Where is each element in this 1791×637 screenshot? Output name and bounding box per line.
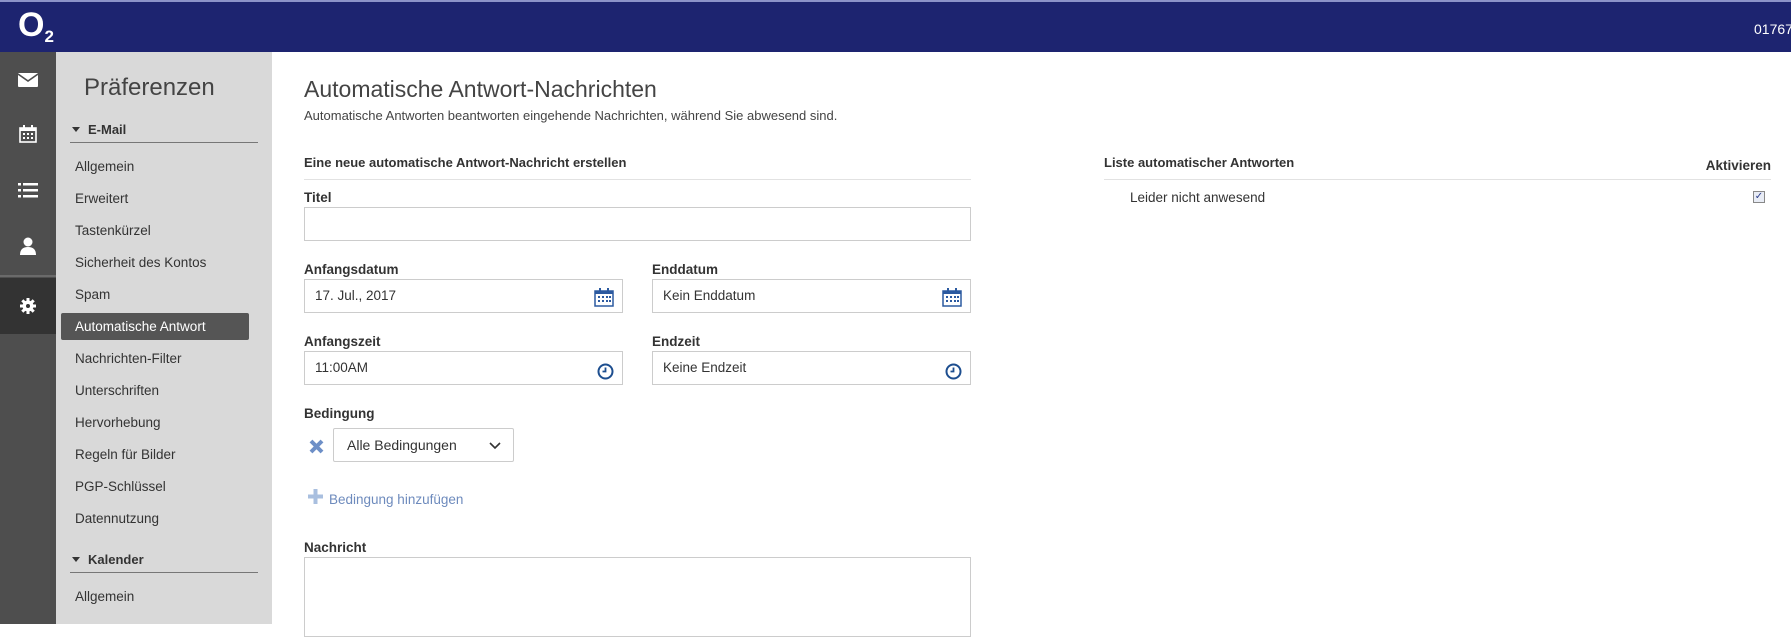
- pref-item-spam[interactable]: Spam: [61, 281, 249, 308]
- condition-value: Alle Bedingungen: [347, 437, 457, 453]
- top-header: O2 01767: [0, 0, 1791, 52]
- o2-logo[interactable]: O2: [18, 6, 54, 47]
- auto-reply-row[interactable]: Leider nicht anwesend ✓: [1104, 186, 1771, 210]
- mail-icon[interactable]: [0, 60, 56, 100]
- end-time-value: Keine Endzeit: [663, 360, 747, 375]
- logo-text: O: [18, 6, 45, 44]
- caret-down-icon: [72, 127, 80, 132]
- clock-icon[interactable]: [945, 360, 962, 392]
- end-time-input[interactable]: Keine Endzeit: [652, 351, 971, 385]
- pref-item-allgemein[interactable]: Allgemein: [61, 153, 249, 180]
- add-condition-link[interactable]: Bedingung hinzufügen: [308, 489, 463, 509]
- start-time-label: Anfangszeit: [304, 334, 381, 349]
- create-heading: Eine neue automatische Antwort-Nachricht…: [304, 155, 627, 170]
- condition-select[interactable]: Alle Bedingungen: [333, 428, 514, 462]
- message-label: Nachricht: [304, 540, 367, 555]
- start-date-label: Anfangsdatum: [304, 262, 399, 277]
- end-date-input[interactable]: Kein Enddatum: [652, 279, 971, 313]
- divider: [304, 179, 971, 180]
- condition-label: Bedingung: [304, 406, 375, 421]
- plus-icon: [308, 489, 323, 509]
- start-date-value: 17. Jul., 2017: [315, 288, 397, 303]
- add-condition-label: Bedingung hinzufügen: [329, 491, 464, 507]
- user-icon[interactable]: [0, 226, 56, 266]
- pref-item-automatische-antwort[interactable]: Automatische Antwort: [61, 313, 249, 340]
- titel-label: Titel: [304, 190, 332, 205]
- page-title: Automatische Antwort-Nachrichten: [304, 76, 657, 102]
- remove-condition-icon[interactable]: [309, 439, 324, 459]
- end-date-value: Kein Enddatum: [663, 288, 756, 303]
- section-label: E-Mail: [88, 122, 127, 137]
- pref-item-erweitert[interactable]: Erweitert: [61, 185, 249, 212]
- pref-item-regeln-für-bilder[interactable]: Regeln für Bilder: [61, 441, 249, 468]
- app-rail: [0, 52, 56, 624]
- list-icon[interactable]: [0, 170, 56, 210]
- start-date-input[interactable]: 17. Jul., 2017: [304, 279, 623, 313]
- pref-item-hervorhebung[interactable]: Hervorhebung: [61, 409, 249, 436]
- start-time-value: 11:00AM: [315, 360, 369, 375]
- preferences-panel: Präferenzen E-Mail Allgemein Erweitert Tas…: [56, 52, 272, 624]
- pref-item-tastenkürzel[interactable]: Tastenkürzel: [61, 217, 249, 244]
- pref-item-datennutzung[interactable]: Datennutzung: [61, 505, 249, 532]
- pref-item-kalender-allgemein[interactable]: Allgemein: [61, 583, 249, 610]
- section-label: Kalender: [88, 552, 144, 567]
- end-time-label: Endzeit: [652, 334, 701, 349]
- section-calendar[interactable]: Kalender: [70, 552, 258, 573]
- divider: [1104, 179, 1771, 180]
- chevron-down-icon: [489, 429, 501, 461]
- auto-reply-name[interactable]: Leider nicht anwesend: [1130, 190, 1265, 205]
- page-subtitle: Automatische Antworten beantworten einge…: [304, 108, 838, 123]
- start-time-input[interactable]: 11:00AM: [304, 351, 623, 385]
- clock-icon[interactable]: [597, 360, 614, 392]
- titel-input[interactable]: [304, 207, 971, 241]
- calendar-icon[interactable]: [594, 287, 614, 319]
- logo-sub: 2: [44, 27, 54, 46]
- pref-item-pgp-schlüssel[interactable]: PGP-Schlüssel: [61, 473, 249, 500]
- list-heading: Liste automatischer Antworten: [1104, 155, 1295, 170]
- activate-heading: Aktivieren: [1705, 158, 1771, 173]
- pref-item-unterschriften[interactable]: Unterschriften: [61, 377, 249, 404]
- section-email[interactable]: E-Mail: [70, 122, 258, 143]
- pref-item-sicherheit-des-kontos[interactable]: Sicherheit des Kontos: [61, 249, 249, 276]
- calendar-icon[interactable]: [942, 287, 962, 319]
- account-phone[interactable]: 01767: [1754, 21, 1791, 37]
- rail-divider: [0, 275, 56, 277]
- activate-checkbox[interactable]: ✓: [1753, 191, 1765, 203]
- calendar-icon[interactable]: [0, 114, 56, 154]
- end-date-label: Enddatum: [652, 262, 718, 277]
- caret-down-icon: [72, 557, 80, 562]
- gear-icon[interactable]: [0, 278, 56, 334]
- pref-item-nachrichten-filter[interactable]: Nachrichten-Filter: [61, 345, 249, 372]
- preferences-title: Präferenzen: [84, 74, 215, 101]
- message-textarea[interactable]: [304, 557, 971, 637]
